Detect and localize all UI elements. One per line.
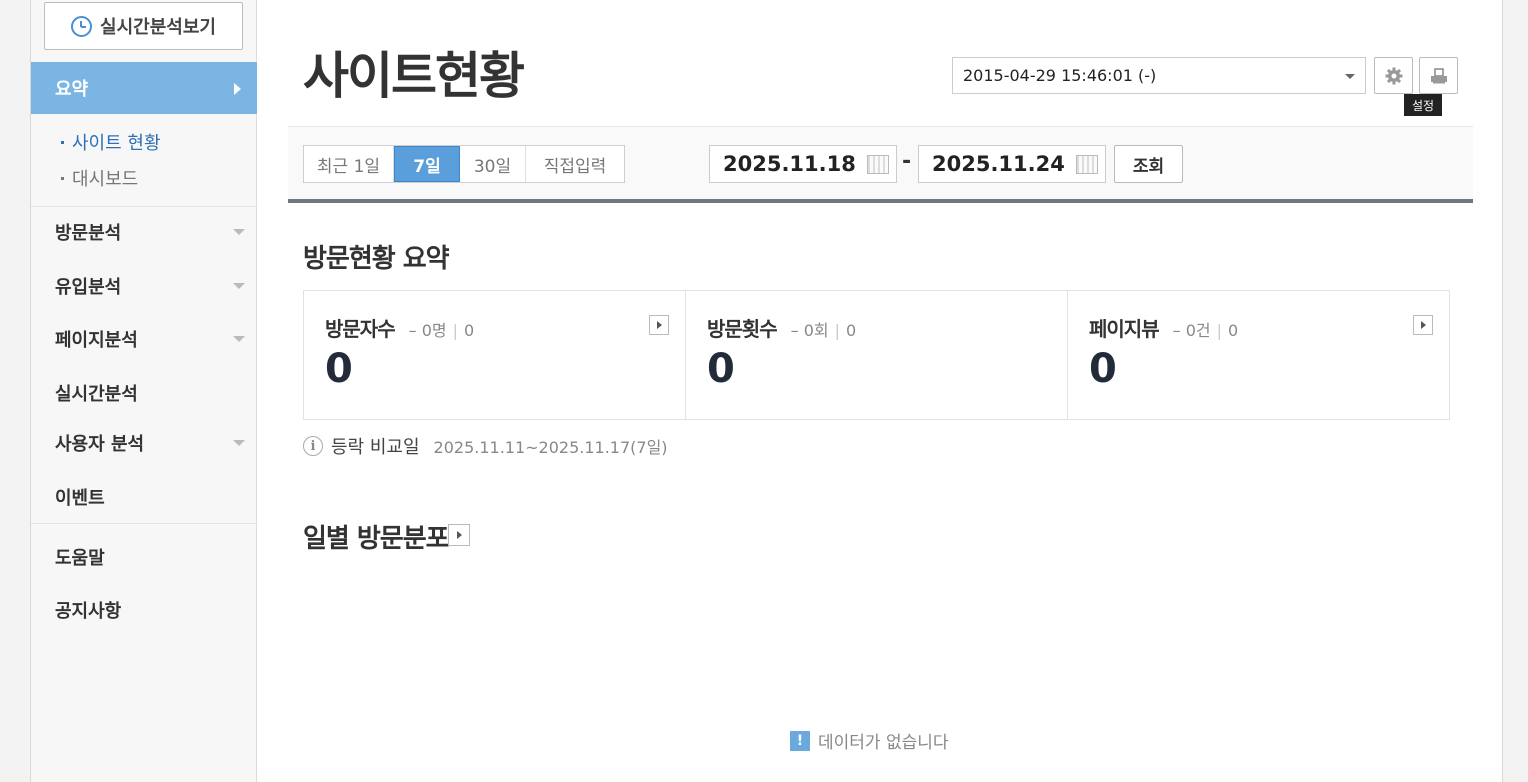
stat-change-b: 0 xyxy=(846,321,857,340)
stat-label: 방문횟수 xyxy=(707,317,778,341)
sidebar-item-inflow-analysis[interactable]: 유입분석 xyxy=(55,271,245,301)
compare-label: 등락 비교일 xyxy=(331,437,420,458)
stat-value: 0 xyxy=(325,346,353,392)
settings-button[interactable] xyxy=(1374,57,1413,94)
sidebar-item-label: 방문분석 xyxy=(55,223,122,244)
tab-custom-input[interactable]: 직접입력 xyxy=(526,146,624,182)
play-icon[interactable] xyxy=(649,315,669,335)
stat-change: – 0건 | 0 xyxy=(1172,321,1239,340)
sidebar-item-label: 유입분석 xyxy=(55,277,122,298)
stat-change-b: 0 xyxy=(1228,321,1239,340)
exclamation-icon: ! xyxy=(790,730,810,751)
sidebar-item-label: 공지사항 xyxy=(55,601,122,622)
filter-bar: 최근 1일 7일 30일 직접입력 2025.11.18 - 2025.11.2… xyxy=(288,126,1473,203)
sidebar: 실시간분석보기 요약 사이트 현황 대시보드 방문분석 유입분석 페이지분석 실… xyxy=(31,0,257,782)
submenu-item-label: 대시보드 xyxy=(72,169,139,190)
stat-value: 0 xyxy=(707,346,735,392)
sidebar-item-label: 요약 xyxy=(55,79,89,100)
stat-change: – 0명 | 0 xyxy=(408,321,475,340)
settings-tooltip: 설정 xyxy=(1404,94,1442,116)
sidebar-item-realtime-analysis[interactable]: 실시간분석 xyxy=(55,378,245,408)
stat-value: 0 xyxy=(1089,346,1117,392)
sidebar-item-notices[interactable]: 공지사항 xyxy=(55,595,245,625)
end-date-input[interactable]: 2025.11.24 xyxy=(918,145,1106,183)
start-date-value: 2025.11.18 xyxy=(723,152,856,176)
sidebar-item-user-analysis[interactable]: 사용자 분석 xyxy=(55,428,245,458)
info-icon: i xyxy=(303,436,323,456)
calendar-icon[interactable] xyxy=(867,155,889,174)
caret-down-icon xyxy=(1345,74,1355,79)
print-icon xyxy=(1430,67,1447,83)
date-select[interactable]: 2015-04-29 15:46:01 (-) xyxy=(952,57,1366,94)
tab-7days[interactable]: 7일 xyxy=(394,146,460,182)
chevron-down-icon xyxy=(233,440,245,446)
date-select-value: 2015-04-29 15:46:01 (-) xyxy=(963,66,1157,85)
tab-recent-1day[interactable]: 최근 1일 xyxy=(304,146,394,182)
print-button[interactable] xyxy=(1419,57,1458,94)
submenu-item-site-status[interactable]: 사이트 현황 xyxy=(31,124,257,160)
divider xyxy=(31,523,257,524)
realtime-analysis-label: 실시간분석보기 xyxy=(100,17,216,38)
start-date-input[interactable]: 2025.11.18 xyxy=(709,145,897,183)
no-data-message: ! 데이터가 없습니다 xyxy=(790,728,949,753)
range-tabs: 최근 1일 7일 30일 직접입력 xyxy=(303,145,625,183)
stat-change-a: 0회 xyxy=(803,321,829,340)
realtime-analysis-button[interactable]: 실시간분석보기 xyxy=(44,2,243,50)
stat-visitors: 방문자수 – 0명 | 0 0 xyxy=(304,291,686,419)
chevron-down-icon xyxy=(233,229,245,235)
submenu-item-dashboard[interactable]: 대시보드 xyxy=(31,160,257,196)
sidebar-item-summary[interactable]: 요약 xyxy=(31,62,257,114)
summary-submenu: 사이트 현황 대시보드 xyxy=(31,124,257,196)
stat-label: 방문자수 xyxy=(325,317,396,341)
stat-change-a: 0건 xyxy=(1185,321,1211,340)
stat-change-a: 0명 xyxy=(421,321,447,340)
main-content: 사이트현황 2015-04-29 15:46:01 (-) 설정 최근 1일 7… xyxy=(257,0,1473,782)
end-date-value: 2025.11.24 xyxy=(932,152,1065,176)
page-title: 사이트현황 xyxy=(303,47,525,105)
no-data-text: 데이터가 없습니다 xyxy=(818,733,949,753)
calendar-icon[interactable] xyxy=(1076,155,1098,174)
query-button[interactable]: 조회 xyxy=(1114,145,1183,183)
sidebar-item-label: 이벤트 xyxy=(55,488,105,509)
sidebar-item-visit-analysis[interactable]: 방문분석 xyxy=(55,217,245,247)
clock-icon xyxy=(71,15,93,37)
daily-section-title: 일별 방문분포 xyxy=(303,524,450,554)
play-icon[interactable] xyxy=(1413,315,1433,335)
stat-label: 페이지뷰 xyxy=(1089,317,1160,341)
bullet-icon xyxy=(61,140,64,144)
stat-visits: 방문횟수 – 0회 | 0 0 xyxy=(686,291,1068,419)
play-icon[interactable] xyxy=(448,524,470,546)
bullet-icon xyxy=(61,176,64,180)
chevron-right-icon xyxy=(234,83,241,95)
sidebar-item-page-analysis[interactable]: 페이지분석 xyxy=(55,324,245,354)
sidebar-item-help[interactable]: 도움말 xyxy=(55,542,245,572)
summary-section-title: 방문현황 요약 xyxy=(303,244,450,274)
sidebar-item-label: 페이지분석 xyxy=(55,330,138,351)
compare-value: 2025.11.11~2025.11.17(7일) xyxy=(433,438,668,457)
app-frame: 실시간분석보기 요약 사이트 현황 대시보드 방문분석 유입분석 페이지분석 실… xyxy=(30,0,1503,782)
submenu-item-label: 사이트 현황 xyxy=(72,133,161,154)
tab-30days[interactable]: 30일 xyxy=(460,146,526,182)
summary-box: 방문자수 – 0명 | 0 0 방문횟수 – 0회 | 0 0 페이지뷰 – 0건 | 0 … xyxy=(303,290,1450,420)
date-separator: - xyxy=(902,149,912,174)
chevron-down-icon xyxy=(233,336,245,342)
stat-change-b: 0 xyxy=(464,321,475,340)
sidebar-item-label: 도움말 xyxy=(55,548,105,569)
stat-change: – 0회 | 0 xyxy=(790,321,857,340)
divider xyxy=(31,206,257,207)
sidebar-item-label: 사용자 분석 xyxy=(55,434,145,455)
gear-icon xyxy=(1385,67,1402,84)
sidebar-item-label: 실시간분석 xyxy=(55,384,138,405)
stat-pageviews: 페이지뷰 – 0건 | 0 0 xyxy=(1068,291,1449,419)
sidebar-item-events[interactable]: 이벤트 xyxy=(55,482,245,512)
chevron-down-icon xyxy=(233,283,245,289)
compare-row: i 등락 비교일 2025.11.11~2025.11.17(7일) xyxy=(303,433,668,459)
